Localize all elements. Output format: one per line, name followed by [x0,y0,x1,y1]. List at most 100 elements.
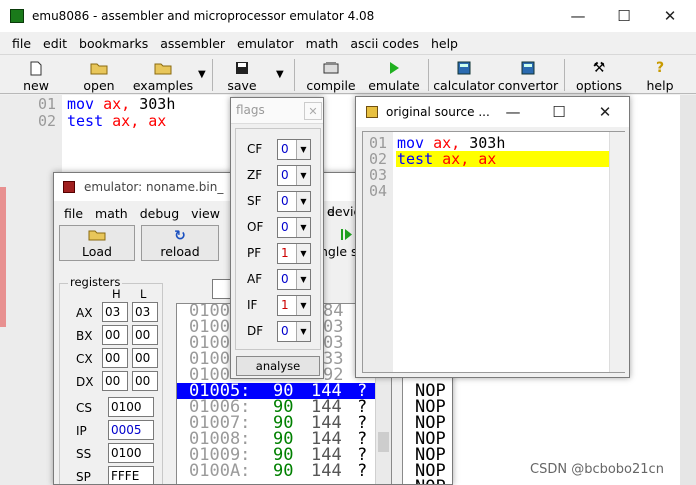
ax-high-field[interactable]: 03 [102,302,128,322]
close-button[interactable]: ✕ [647,0,693,32]
dx-high-field[interactable]: 00 [102,371,128,391]
flag-value-select[interactable]: 0 ▼ [277,217,311,238]
calculator-button[interactable]: calculator [433,57,495,93]
flag-row-sf: SF 0 ▼ [235,190,323,214]
dropdown-arrow-icon: ▼ [296,166,310,185]
reload-button[interactable]: ↻ reload [141,225,219,261]
bx-low-field[interactable]: 00 [132,325,158,345]
flag-label: SF [247,194,262,208]
disassembly-row[interactable]: NOP [415,479,446,485]
emu-menu-file[interactable]: file [58,206,89,221]
dropdown-arrow-icon: ▼ [296,218,310,237]
flags-title: flags [236,103,265,117]
cs-field[interactable]: 0100 [108,397,154,417]
menu-math[interactable]: math [300,36,345,51]
help-button[interactable]: ? help [638,57,682,93]
main-menubar: file edit bookmarks assembler emulator m… [6,33,464,53]
emu-menu-math[interactable]: math [89,206,134,221]
flag-value-select[interactable]: 0 ▼ [277,269,311,290]
flags-window: flags ✕ CF 0 ▼ ZF 0 ▼ SF 0 ▼ OF 0 ▼ PF 1 ▼ AF 0 ▼ IF 1 ▼ DF 0 ▼… [230,97,324,379]
source-app-icon [366,106,378,118]
dx-low-field[interactable]: 00 [132,371,158,391]
analyse-button[interactable]: analyse [236,356,320,376]
reg-label-bx: BX [76,329,93,343]
left-red-decoration [0,187,6,327]
flag-value-select[interactable]: 0 ▼ [277,165,311,186]
flag-label: PF [247,246,262,260]
main-titlebar[interactable]: emu8086 - assembler and microprocessor e… [0,0,696,32]
menu-bookmarks[interactable]: bookmarks [73,36,154,51]
flag-value-select[interactable]: 1 ▼ [277,243,311,264]
toolbar-separator [294,59,295,91]
flag-value-select[interactable]: 1 ▼ [277,295,311,316]
flag-value-select[interactable]: 0 ▼ [277,139,311,160]
dropdown-arrow-icon: ▼ [296,296,310,315]
maximize-button[interactable]: ☐ [601,0,647,32]
save-dropdown-icon[interactable]: ▼ [276,69,284,80]
emulator-menubar: file math debug view [58,204,226,222]
cx-low-field[interactable]: 00 [132,348,158,368]
reg-label-ip: IP [76,424,87,438]
flag-value: 0 [281,220,289,234]
minimize-button[interactable]: — [555,0,601,32]
source-vertical-scrollbar[interactable] [609,132,625,372]
ax-low-field[interactable]: 03 [132,302,158,322]
editor-line-number: 02 [38,112,57,130]
menu-help[interactable]: help [425,36,464,51]
compile-button[interactable]: compile [302,57,360,93]
bx-high-field[interactable]: 00 [102,325,128,345]
code-line-2: test ax, ax [67,112,167,130]
examples-button[interactable]: examples [130,57,196,93]
flag-label: DF [247,324,264,338]
menu-ascii-codes[interactable]: ascii codes [344,36,425,51]
sp-field[interactable]: FFFE [108,466,154,484]
reg-label-dx: DX [76,375,94,389]
code-line-1: mov ax, 303h [67,95,176,113]
memory-address: 0100A: [189,461,251,481]
cx-high-field[interactable]: 00 [102,348,128,368]
source-code-line-2: test ax, ax [397,150,497,168]
compile-icon [322,60,340,76]
flag-value-select[interactable]: 0 ▼ [277,191,311,212]
menu-edit[interactable]: edit [37,36,73,51]
new-button[interactable]: new [14,57,58,93]
calculator-icon [455,60,473,76]
step-icon [341,228,353,244]
source-line-number: 04 [369,182,388,200]
source-minimize-button[interactable]: — [490,97,536,127]
menu-assembler[interactable]: assembler [154,36,231,51]
load-button[interactable]: Load [59,225,135,261]
reg-label-sp: SP [76,470,91,484]
help-icon: ? [655,60,665,76]
emu-menu-view[interactable]: view [185,206,226,221]
flag-row-af: AF 0 ▼ [235,268,323,292]
source-close-button[interactable]: ✕ [582,97,628,127]
save-button[interactable]: save [220,57,264,93]
source-titlebar[interactable]: original source ... — ☐ ✕ [356,97,629,127]
flags-close-button[interactable]: ✕ [304,102,322,120]
options-button[interactable]: ⚒ options [572,57,626,93]
flags-titlebar[interactable]: flags ✕ [231,98,323,124]
ss-field[interactable]: 0100 [108,443,154,463]
memory-scroll-thumb[interactable] [378,432,389,452]
memory-row[interactable]: 0100A: 90 144? [177,461,375,481]
menu-emulator[interactable]: emulator [231,36,300,51]
source-maximize-button[interactable]: ☐ [536,97,582,127]
toolbar: new open examples ▼ save ▼ compile emula… [0,54,696,94]
convertor-button[interactable]: convertor [498,57,558,93]
emu-menu-debug[interactable]: debug [134,206,185,221]
examples-dropdown-icon[interactable]: ▼ [198,69,206,80]
flag-value: 0 [281,168,289,182]
l-column-label: L [140,287,147,301]
flag-value: 0 [281,272,289,286]
emulate-button[interactable]: emulate [366,57,422,93]
menu-file[interactable]: file [6,36,37,51]
open-button[interactable]: open [76,57,122,93]
emulator-app-icon [63,181,75,193]
reg-label-cs: CS [76,401,92,415]
ip-field[interactable]: 0005 [108,420,154,440]
source-editor[interactable]: 01 02 03 04 mov ax, 303h test ax, ax [362,131,625,373]
flag-value-select[interactable]: 0 ▼ [277,321,311,342]
reg-label-cx: CX [76,352,93,366]
editor-vertical-scrollbar[interactable] [680,95,696,485]
